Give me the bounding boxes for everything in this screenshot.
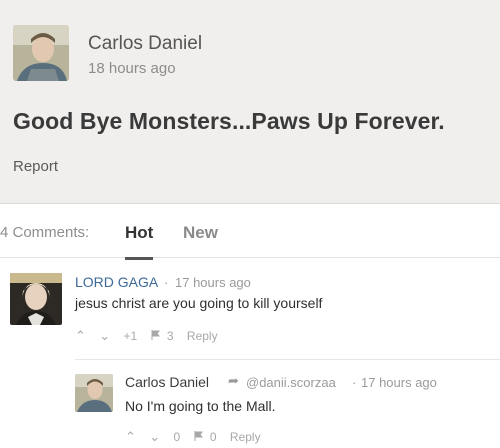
reply-avatar[interactable]: [75, 374, 113, 412]
comment-actions: ⌃ ⌄ +1 3 Reply: [75, 328, 228, 344]
reply-to-handle[interactable]: @danii.scorzaa: [246, 375, 336, 390]
reply-separator: ·: [352, 375, 357, 390]
reply-divider: [75, 359, 500, 360]
report-button[interactable]: Report: [13, 158, 58, 175]
tab-hot[interactable]: Hot: [125, 223, 154, 260]
reply-text: No I'm going to the Mall.: [125, 398, 276, 414]
downvote-icon[interactable]: ⌄: [99, 328, 110, 343]
flag-count: 0: [209, 430, 217, 444]
reply-timestamp: 17 hours ago: [361, 375, 437, 390]
vote-score: +1: [123, 329, 138, 343]
comment-text: jesus christ are you going to kill yours…: [75, 295, 323, 311]
post-timestamp: 18 hours ago: [88, 60, 176, 77]
upvote-icon[interactable]: ⌃: [75, 328, 86, 343]
flag-icon[interactable]: [151, 329, 164, 343]
comment-author[interactable]: LORD GAGA: [75, 274, 158, 290]
upvote-icon[interactable]: ⌃: [125, 429, 136, 444]
reply-button[interactable]: Reply: [187, 329, 218, 343]
reply-arrow-icon: ➦: [228, 373, 239, 388]
vote-score: 0: [173, 430, 181, 444]
comment-timestamp: 17 hours ago: [175, 275, 251, 290]
downvote-icon[interactable]: ⌄: [149, 429, 160, 444]
post-author-name[interactable]: Carlos Daniel: [88, 33, 202, 55]
post-card: Carlos Daniel 18 hours ago Good Bye Mons…: [0, 0, 500, 204]
flag-count: 3: [166, 329, 174, 343]
post-author-avatar[interactable]: [13, 25, 69, 81]
post-text: Good Bye Monsters...Paws Up Forever.: [13, 108, 445, 134]
tab-new[interactable]: New: [183, 223, 218, 243]
comment-avatar[interactable]: [10, 273, 62, 325]
comment-tabs: 4 Comments: Hot New: [0, 203, 500, 260]
comment-count: 4 Comments:: [0, 224, 90, 241]
reply-button[interactable]: Reply: [230, 430, 261, 444]
reply-actions: ⌃ ⌄ 0 0 Reply: [125, 429, 271, 445]
comment-separator: ·: [164, 275, 169, 290]
flag-icon[interactable]: [194, 430, 207, 444]
reply-author[interactable]: Carlos Daniel: [125, 374, 209, 390]
